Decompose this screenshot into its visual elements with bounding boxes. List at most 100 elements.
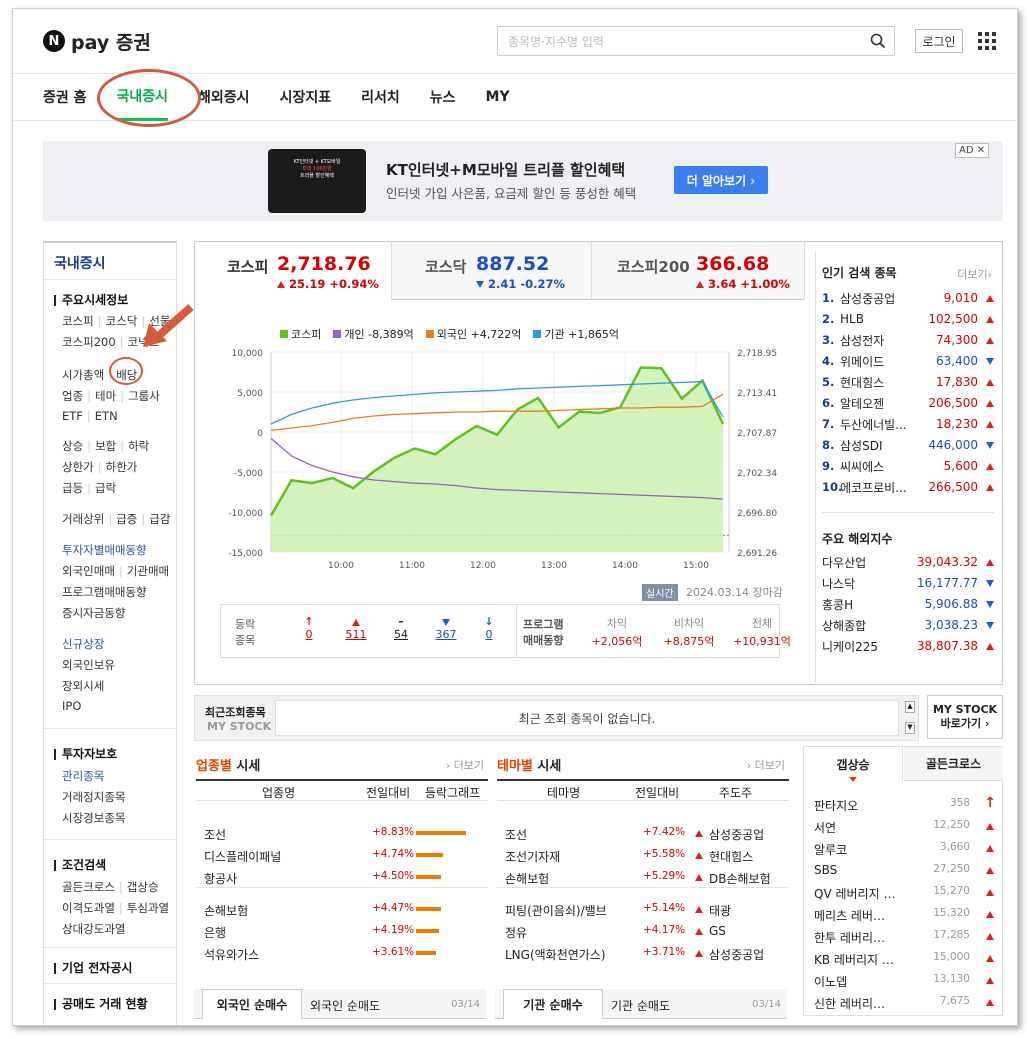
gap-row[interactable]: 알루코 3,660 <box>814 839 998 859</box>
gap-row[interactable]: 이노뎁 13,130 <box>814 971 998 991</box>
link-golden-cross[interactable]: 골든크로스 <box>62 880 115 894</box>
link-new-listing[interactable]: 신규상장 <box>62 636 104 652</box>
link-market-cap[interactable]: 시가총액 <box>62 368 104 382</box>
link-volume-drop[interactable]: 급감 <box>149 512 170 526</box>
nav-home[interactable]: 증권 홈 <box>43 73 87 121</box>
popular-more-link[interactable]: 더보기› <box>957 266 992 282</box>
link-foreign-holding[interactable]: 외국인보유 <box>62 657 115 673</box>
lower-limit-count[interactable]: ↓ 0 <box>481 615 497 641</box>
link-disparity[interactable]: 이격도과열 <box>62 901 115 915</box>
link-etf[interactable]: ETF <box>62 409 83 423</box>
popular-item[interactable]: 4. 위메이드 63,400 <box>822 351 994 371</box>
scroll-down-icon[interactable]: ▼ <box>905 722 915 734</box>
popular-item[interactable]: 1. 삼성중공업 9,010 <box>822 288 994 308</box>
link-sector[interactable]: 업종 <box>62 389 83 403</box>
link-kosdaq[interactable]: 코스닥 <box>106 314 138 328</box>
link-group[interactable]: 그룹사 <box>128 389 160 403</box>
nav-overseas[interactable]: 해외증시 <box>198 73 250 121</box>
popular-item[interactable]: 7. 두산에너빌... 18,230 <box>822 414 994 434</box>
apps-grid-icon[interactable] <box>978 32 996 50</box>
tab-foreign-buy[interactable]: 외국인 순매수 <box>202 989 302 1019</box>
gap-row[interactable]: QV 레버리지 … 15,270 <box>814 883 998 903</box>
popular-item[interactable]: 2. HLB 102,500 <box>822 309 994 329</box>
theme-row[interactable]: 조선 +7.42% 삼성중공업 <box>497 823 789 845</box>
overseas-item[interactable]: 나스닥 16,177.77 <box>822 573 994 593</box>
theme-lead-stock[interactable]: GS <box>709 924 726 938</box>
mystock-button[interactable]: MY STOCK 바로가기 › <box>927 695 1003 739</box>
nav-my[interactable]: MY <box>486 73 510 121</box>
scroll-up-icon[interactable]: ▲ <box>905 701 915 713</box>
tab-gap-up[interactable]: 갭상승 <box>804 747 903 781</box>
link-ipo[interactable]: IPO <box>62 699 81 713</box>
link-suspended[interactable]: 거래정지종목 <box>62 789 125 805</box>
ad-title[interactable]: KT인터넷+M모바일 트리플 할인혜택 <box>386 159 625 180</box>
popular-item[interactable]: 6. 알테오젠 206,500 <box>822 393 994 413</box>
tab-golden-cross[interactable]: 골든크로스 <box>904 747 1003 781</box>
link-short-selling[interactable]: 공매도 거래 현황 <box>54 995 148 1012</box>
tab-kospi200[interactable]: 코스피200 366.68 3.64 +1.00% <box>592 242 805 300</box>
nav-market-index[interactable]: 시장지표 <box>280 73 332 121</box>
popular-item[interactable]: 10. 에코프로비... 266,500 <box>822 477 994 497</box>
search-icon[interactable] <box>870 33 886 49</box>
theme-row[interactable]: 정유 +4.17% GS <box>497 921 789 943</box>
link-theme[interactable]: 테마 <box>95 389 116 403</box>
link-rsi[interactable]: 상대강도과열 <box>62 921 125 937</box>
tab-inst-sell[interactable]: 기관 순매도 <box>611 997 670 1014</box>
link-kospi[interactable]: 코스피 <box>62 314 94 328</box>
link-etn[interactable]: ETN <box>95 409 118 423</box>
link-fall[interactable]: 하락 <box>128 439 149 453</box>
popular-item[interactable]: 8. 삼성SDI 446,000 <box>822 435 994 455</box>
ad-close-button[interactable]: AD ✕ <box>955 143 990 158</box>
upper-limit-count[interactable]: ↑ 0 <box>301 615 317 641</box>
link-disclosure[interactable]: 기업 전자공시 <box>54 959 132 976</box>
search-input[interactable]: 종목명·지수명 입력 <box>497 26 895 56</box>
popular-item[interactable]: 9. 씨씨에스 5,600 <box>822 456 994 476</box>
sector-row[interactable]: 항공사 +4.50% <box>196 867 488 889</box>
overseas-item[interactable]: 상해종합 3,038.23 <box>822 615 994 635</box>
gap-row[interactable]: 판타지오 358 ↑ <box>814 795 998 815</box>
flat-count[interactable]: –54 <box>389 615 413 641</box>
logo[interactable]: N pay 증권 <box>43 29 151 54</box>
link-lower-limit[interactable]: 하한가 <box>106 460 138 474</box>
link-kospi200[interactable]: 코스피200 <box>62 335 116 349</box>
theme-row[interactable]: LNG(액화천연가스) +3.71% 삼성중공업 <box>497 943 789 965</box>
tab-inst-buy[interactable]: 기관 순매수 <box>503 989 603 1019</box>
link-volume-surge[interactable]: 급증 <box>116 512 137 526</box>
link-investor-trend[interactable]: 투자자별매매동향 <box>62 542 147 558</box>
theme-lead-stock[interactable]: DB손해보험 <box>709 870 771 887</box>
tab-foreign-sell[interactable]: 외국인 순매도 <box>310 997 380 1014</box>
gap-row[interactable]: 한투 레버리… 17,285 <box>814 927 998 947</box>
sector-row[interactable]: 조선 +8.83% <box>196 823 488 845</box>
link-surge[interactable]: 급등 <box>62 481 83 495</box>
sector-more-link[interactable]: › 더보기 <box>446 757 484 773</box>
link-top-volume[interactable]: 거래상위 <box>62 512 104 526</box>
theme-row[interactable]: 손해보험 +5.29% DB손해보험 <box>497 867 789 889</box>
theme-lead-stock[interactable]: 삼성중공업 <box>709 826 764 843</box>
link-flat[interactable]: 보합 <box>95 439 116 453</box>
ad-image[interactable]: KT인터넷 + KT모바일 최대 106만원 트리플 할인혜택 <box>268 149 366 213</box>
link-managed[interactable]: 관리종목 <box>62 768 104 784</box>
nav-research[interactable]: 리서치 <box>361 73 400 121</box>
overseas-item[interactable]: 다우산업 39,043.32 <box>822 552 994 572</box>
link-plunge[interactable]: 급락 <box>95 481 116 495</box>
mystock-label[interactable]: MY STOCK <box>207 720 271 733</box>
tab-kospi[interactable]: 코스피 2,718.76 25.19 +0.94% <box>195 242 392 300</box>
theme-more-link[interactable]: › 더보기 <box>747 757 785 773</box>
fall-count[interactable]: 367 <box>433 615 459 641</box>
link-sentiment[interactable]: 투심과열 <box>127 901 169 915</box>
sector-row[interactable]: 손해보험 +4.47% <box>196 899 488 921</box>
link-market-alert[interactable]: 시장경보종목 <box>62 810 125 826</box>
gap-row[interactable]: SBS 27,250 <box>814 861 998 881</box>
link-program-trade[interactable]: 프로그램매매동향 <box>62 584 147 600</box>
popular-item[interactable]: 3. 삼성전자 74,300 <box>822 330 994 350</box>
theme-lead-stock[interactable]: 현대힘스 <box>709 848 753 865</box>
ad-banner[interactable]: KT인터넷 + KT모바일 최대 106만원 트리플 할인혜택 KT인터넷+M모… <box>43 141 1003 221</box>
popular-item[interactable]: 5. 현대힘스 17,830 <box>822 372 994 392</box>
overseas-item[interactable]: 니케이225 38,807.38 <box>822 636 994 656</box>
theme-row[interactable]: 피팅(관이음쇠)/밸브 +5.14% 태광 <box>497 899 789 921</box>
rise-count[interactable]: 511 <box>343 615 369 641</box>
theme-row[interactable]: 조선기자재 +5.58% 현대힘스 <box>497 845 789 867</box>
nav-news[interactable]: 뉴스 <box>430 73 456 121</box>
sector-row[interactable]: 디스플레이패널 +4.74% <box>196 845 488 867</box>
link-otc[interactable]: 장외시세 <box>62 678 104 694</box>
